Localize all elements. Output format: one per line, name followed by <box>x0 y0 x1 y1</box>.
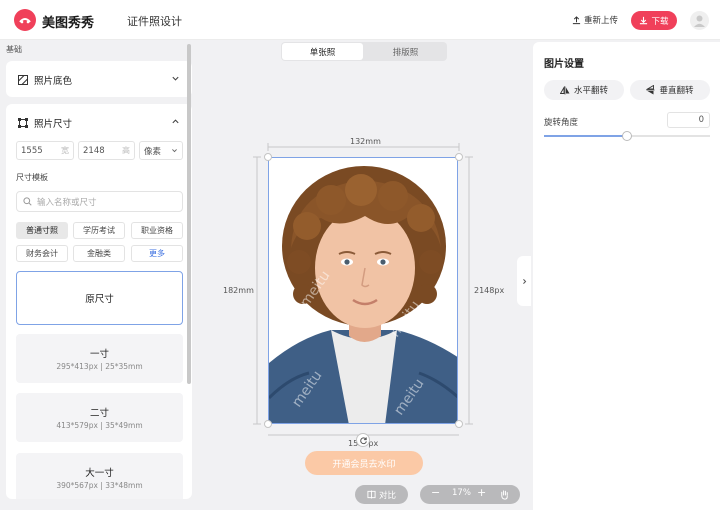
right-panel-toggle[interactable] <box>517 256 531 306</box>
zoom-controls: − 17% + <box>420 485 520 504</box>
unit-select-value: 像素 <box>144 146 162 157</box>
rotation-label: 旋转角度 <box>544 118 579 128</box>
search-icon <box>23 197 32 206</box>
height-unit: 高 <box>122 146 130 155</box>
tab-layout-photo[interactable]: 排版照 <box>365 43 446 60</box>
size-tile-original[interactable]: 原尺寸 <box>16 271 183 325</box>
user-avatar[interactable] <box>690 11 709 30</box>
chip-accounting[interactable]: 财务会计 <box>16 245 68 262</box>
upload-icon <box>572 15 581 24</box>
resize-handle-bottom-left[interactable] <box>264 420 272 428</box>
photo-size-card: 照片尺寸 1555 宽 2148 高 像素 尺寸模板 输入名称或尺寸 普通寸照 … <box>6 104 192 499</box>
section-label-basic: 基础 <box>6 45 22 54</box>
flip-horizontal-icon <box>559 85 570 94</box>
compare-icon <box>367 490 376 499</box>
chevron-down-icon <box>172 76 179 81</box>
app-title: 证件照设计 <box>127 15 182 28</box>
rotate-handle[interactable] <box>356 433 370 447</box>
flip-vertical-button[interactable]: 垂直翻转 <box>630 80 710 100</box>
chevron-down-icon <box>172 149 177 153</box>
chip-exam[interactable]: 学历考试 <box>73 222 125 239</box>
left-panel-scrollbar[interactable] <box>187 44 191 384</box>
width-value: 1555 <box>21 145 43 156</box>
chip-finance[interactable]: 金融类 <box>73 245 125 262</box>
zoom-level: 17% <box>452 488 471 498</box>
background-pattern-icon <box>18 75 28 85</box>
zoom-in-button[interactable]: + <box>477 486 486 499</box>
image-settings-title: 图片设置 <box>544 59 584 70</box>
photo-size-title: 照片尺寸 <box>34 119 73 130</box>
left-dimension-label: 182mm <box>223 286 254 295</box>
tile-desc: 295*413px | 25*35mm <box>56 362 143 371</box>
remove-watermark-vip-button[interactable]: 开通会员去水印 <box>305 451 423 475</box>
chevron-right-icon <box>522 278 526 284</box>
tile-name: 二寸 <box>89 408 109 419</box>
rotation-input[interactable]: 0 <box>667 112 710 128</box>
tile-desc: 413*579px | 35*49mm <box>56 421 143 430</box>
compare-button[interactable]: 对比 <box>355 485 408 504</box>
reupload-button[interactable]: 重新上传 <box>572 14 618 26</box>
chip-more[interactable]: 更多 <box>131 245 183 262</box>
download-label: 下载 <box>651 16 669 27</box>
resize-handle-bottom-right[interactable] <box>455 420 463 428</box>
flip-vertical-icon <box>646 85 655 95</box>
flip-horizontal-label: 水平翻转 <box>573 86 608 96</box>
tile-name: 大一寸 <box>85 468 114 479</box>
width-input[interactable]: 1555 宽 <box>16 141 74 160</box>
crop-frame-icon <box>18 118 28 128</box>
image-settings-panel: 图片设置 水平翻转 垂直翻转 旋转角度 0 <box>533 42 720 510</box>
background-color-card[interactable]: 照片底色 <box>6 61 192 97</box>
right-dimension-label: 2148px <box>474 286 505 295</box>
flip-horizontal-button[interactable]: 水平翻转 <box>544 80 624 100</box>
template-label: 尺寸模板 <box>16 173 48 182</box>
rotation-slider-knob[interactable] <box>622 131 632 141</box>
chip-professional[interactable]: 职业资格 <box>131 222 183 239</box>
size-tile-1inch[interactable]: 一寸 295*413px | 25*35mm <box>16 334 183 383</box>
meitu-logo[interactable] <box>14 9 36 31</box>
photo-mode-tabs: 单张照 排版照 <box>281 42 447 61</box>
tile-name: 原尺寸 <box>85 294 114 305</box>
background-color-title: 照片底色 <box>34 76 73 87</box>
template-search-input[interactable]: 输入名称或尺寸 <box>16 191 183 212</box>
unit-select[interactable]: 像素 <box>139 141 183 160</box>
hand-pan-icon[interactable] <box>499 489 510 500</box>
chevron-up-icon[interactable] <box>171 117 180 126</box>
height-input[interactable]: 2148 高 <box>78 141 135 160</box>
tile-desc: 390*567px | 33*48mm <box>56 481 143 490</box>
resize-handle-top-right[interactable] <box>455 153 463 161</box>
top-dimension-label: 132mm <box>348 137 383 146</box>
width-unit: 宽 <box>61 146 69 155</box>
tile-name: 一寸 <box>89 349 109 360</box>
reupload-label: 重新上传 <box>584 16 619 26</box>
resize-handle-top-left[interactable] <box>264 153 272 161</box>
photo-size-header[interactable]: 照片尺寸 <box>18 116 72 130</box>
chip-regular[interactable]: 普通寸照 <box>16 222 68 239</box>
download-button[interactable]: 下载 <box>631 11 677 30</box>
portrait-photo: meitu meitu meitu meitu <box>269 158 457 423</box>
tab-single-photo[interactable]: 单张照 <box>282 43 363 60</box>
brand-name: 美图秀秀 <box>42 16 95 31</box>
height-value: 2148 <box>83 145 105 156</box>
zoom-out-button[interactable]: − <box>431 486 440 499</box>
size-tile-large-1inch[interactable]: 大一寸 390*567px | 33*48mm <box>16 453 183 499</box>
rotation-slider-fill <box>544 135 627 137</box>
search-placeholder: 输入名称或尺寸 <box>37 197 97 208</box>
size-tile-2inch[interactable]: 二寸 413*579px | 35*49mm <box>16 393 183 442</box>
compare-label: 对比 <box>378 490 396 501</box>
flip-vertical-label: 垂直翻转 <box>659 86 694 96</box>
id-photo-canvas[interactable]: meitu meitu meitu meitu <box>268 157 458 424</box>
top-bar: 美图秀秀 证件照设计 重新上传 下载 <box>0 0 720 40</box>
rotate-icon <box>359 436 367 444</box>
download-icon <box>640 16 648 25</box>
